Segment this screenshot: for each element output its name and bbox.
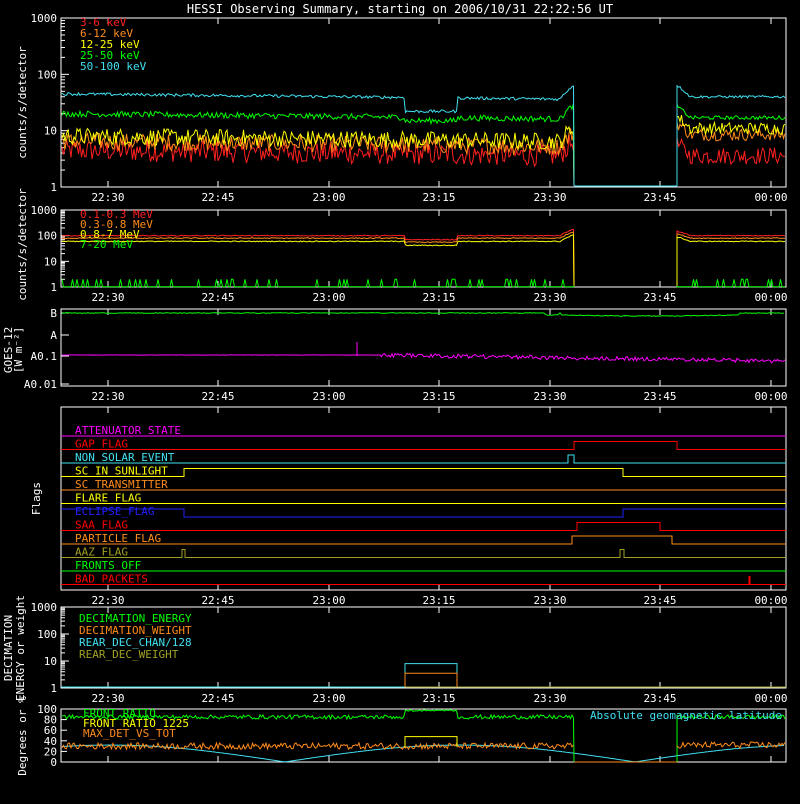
flag-label: SC_IN_SUNLIGHT xyxy=(75,465,168,478)
flag-label: GAP_FLAG xyxy=(75,438,128,451)
hessi-summary-figure: HESSI Observing Summary, starting on 200… xyxy=(0,0,800,800)
time-tick-label: 00:00 xyxy=(754,191,787,204)
y-tick-label: 10 xyxy=(44,655,57,668)
flag-label: FLARE_FLAG xyxy=(75,492,141,505)
goes-ylabel-units: [W m⁻²] xyxy=(12,327,25,373)
time-tick-label: 23:00 xyxy=(312,390,345,403)
flag-label: SC_TRANSMITTER xyxy=(75,478,168,491)
time-tick-label: 22:45 xyxy=(201,191,234,204)
legend-entry: MAX_DET_VS_TOT xyxy=(83,727,176,740)
hi-energy-ylabel: counts/s/detector xyxy=(16,188,29,301)
time-tick-label: 22:45 xyxy=(201,390,234,403)
flag-label: BAD_PACKETS xyxy=(75,573,148,586)
time-tick-label: 00:00 xyxy=(754,594,787,607)
time-tick-label: 00:00 xyxy=(754,692,787,705)
time-tick-label: 23:00 xyxy=(312,191,345,204)
flag-label: NON_SOLAR_EVENT xyxy=(75,451,175,464)
y-tick-label: 1 xyxy=(50,181,57,194)
decimation-ylabel2: ENERGY or weight xyxy=(14,595,27,701)
y-tick-label: A xyxy=(50,329,57,342)
legend-entry: REAR_DEC_WEIGHT xyxy=(79,648,179,661)
time-tick-label: 23:15 xyxy=(422,191,455,204)
time-tick-label: 22:30 xyxy=(91,291,124,304)
time-tick-label: 23:45 xyxy=(643,692,676,705)
y-tick-label: 1000 xyxy=(31,601,58,614)
time-tick-label: 23:30 xyxy=(533,594,566,607)
y-tick-label: A0.01 xyxy=(24,378,57,391)
time-tick-label: 00:00 xyxy=(754,390,787,403)
time-tick-label: 23:15 xyxy=(422,291,455,304)
flags-ylabel: Flags xyxy=(30,482,43,515)
time-tick-label: 23:30 xyxy=(533,291,566,304)
time-tick-label: 23:45 xyxy=(643,291,676,304)
flag-label: FRONTS_OFF xyxy=(75,559,141,572)
flag-label: ATTENUATOR_STATE xyxy=(75,424,181,437)
y-tick-label: B xyxy=(50,307,57,320)
time-tick-label: 23:30 xyxy=(533,692,566,705)
y-tick-label: 1000 xyxy=(31,204,58,217)
time-tick-label: 23:30 xyxy=(533,191,566,204)
ratios-ylabel: Degrees or % xyxy=(16,696,29,776)
y-tick-label: 100 xyxy=(37,703,57,716)
y-tick-label: 10 xyxy=(44,255,57,268)
time-tick-label: 23:30 xyxy=(533,390,566,403)
time-tick-label: 00:00 xyxy=(754,291,787,304)
y-tick-label: 100 xyxy=(37,628,57,641)
time-tick-label: 23:45 xyxy=(643,191,676,204)
time-tick-label: 22:30 xyxy=(91,191,124,204)
time-tick-label: 23:15 xyxy=(422,390,455,403)
time-tick-label: 22:45 xyxy=(201,291,234,304)
time-tick-label: 23:15 xyxy=(422,692,455,705)
y-tick-label: 1 xyxy=(50,281,57,294)
y-tick-label: 1000 xyxy=(31,12,58,25)
legend-entry: 7-20 MeV xyxy=(80,238,133,251)
time-tick-label: 22:30 xyxy=(91,390,124,403)
flag-label: PARTICLE_FLAG xyxy=(75,532,161,545)
legend-entry: 50-100 keV xyxy=(80,60,147,73)
time-tick-label: 22:30 xyxy=(91,594,124,607)
lo-energy-ylabel: counts/s/detector xyxy=(16,46,29,159)
legend-entry: Absolute geomagnetic latitude xyxy=(590,709,782,722)
y-tick-label: 10 xyxy=(44,125,57,138)
figure-title: HESSI Observing Summary, starting on 200… xyxy=(187,2,613,16)
figure-svg: HESSI Observing Summary, starting on 200… xyxy=(0,0,800,800)
time-tick-label: 22:45 xyxy=(201,692,234,705)
time-tick-label: 23:45 xyxy=(643,594,676,607)
time-tick-label: 23:45 xyxy=(643,390,676,403)
y-tick-label: 100 xyxy=(37,68,57,81)
time-tick-label: 23:00 xyxy=(312,692,345,705)
time-tick-label: 23:00 xyxy=(312,594,345,607)
y-tick-label: A0.1 xyxy=(31,350,58,363)
y-tick-label: 1 xyxy=(50,682,57,695)
y-tick-label: 100 xyxy=(37,230,57,243)
flag-label: ECLIPSE_FLAG xyxy=(75,505,154,518)
time-tick-label: 22:30 xyxy=(91,692,124,705)
flag-label: AAZ_FLAG xyxy=(75,546,128,559)
time-tick-label: 23:15 xyxy=(422,594,455,607)
time-tick-label: 23:00 xyxy=(312,291,345,304)
time-tick-label: 22:45 xyxy=(201,594,234,607)
flag-label: SAA_FLAG xyxy=(75,519,128,532)
